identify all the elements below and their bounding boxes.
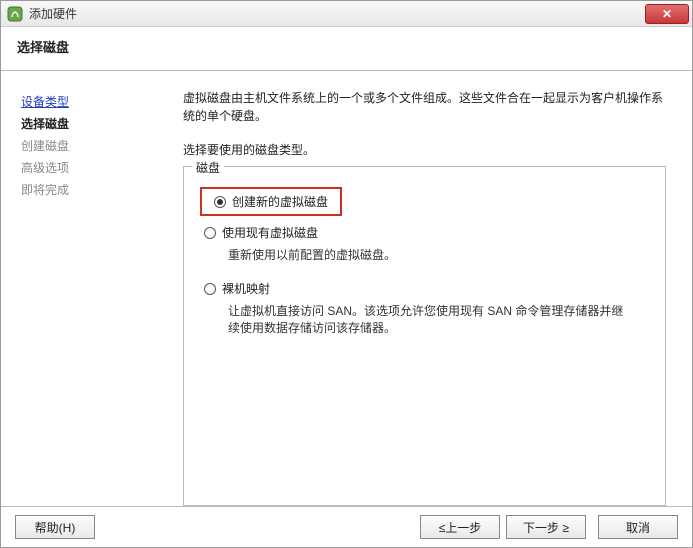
radio-label: 裸机映射 bbox=[222, 280, 270, 297]
disk-group: 磁盘 创建新的虚拟磁盘 使用现有虚拟磁盘 重新使用以前配置的虚拟磁盘。 bbox=[183, 166, 666, 506]
window-title: 添加硬件 bbox=[29, 5, 645, 22]
sidebar-step-device-type[interactable]: 设备类型 bbox=[21, 91, 169, 113]
radio-description: 让虚拟机直接访问 SAN。该选项允许您使用现有 SAN 命令管理存储器并继续使用… bbox=[228, 303, 628, 337]
help-button[interactable]: 帮助(H) bbox=[15, 515, 95, 539]
radio-description: 重新使用以前配置的虚拟磁盘。 bbox=[228, 247, 628, 264]
sidebar-step-select-disk: 选择磁盘 bbox=[21, 113, 169, 135]
body: 设备类型 选择磁盘 创建磁盘 高级选项 即将完成 虚拟磁盘由主机文件系统上的一个… bbox=[1, 71, 692, 506]
radio-label: 创建新的虚拟磁盘 bbox=[232, 193, 328, 210]
radio-icon bbox=[204, 227, 216, 239]
close-button[interactable]: ✕ bbox=[645, 4, 689, 24]
radio-option-use-existing[interactable]: 使用现有虚拟磁盘 重新使用以前配置的虚拟磁盘。 bbox=[200, 222, 655, 264]
radio-icon bbox=[204, 283, 216, 295]
page-title: 选择磁盘 bbox=[17, 37, 676, 56]
titlebar: 添加硬件 ✕ bbox=[1, 1, 692, 27]
sidebar-step-ready: 即将完成 bbox=[21, 179, 169, 201]
radio-option-raw-mapping[interactable]: 裸机映射 让虚拟机直接访问 SAN。该选项允许您使用现有 SAN 命令管理存储器… bbox=[200, 278, 655, 337]
header: 选择磁盘 bbox=[1, 27, 692, 71]
wizard-sidebar: 设备类型 选择磁盘 创建磁盘 高级选项 即将完成 bbox=[15, 85, 175, 506]
description-text: 虚拟磁盘由主机文件系统上的一个或多个文件组成。这些文件合在一起显示为客户机操作系… bbox=[183, 89, 666, 125]
close-icon: ✕ bbox=[662, 7, 672, 21]
prompt-text: 选择要使用的磁盘类型。 bbox=[183, 141, 666, 158]
radio-option-create-new[interactable]: 创建新的虚拟磁盘 bbox=[200, 187, 655, 216]
sidebar-step-create-disk: 创建磁盘 bbox=[21, 135, 169, 157]
next-button[interactable]: 下一步 ≥ bbox=[506, 515, 586, 539]
sidebar-step-advanced: 高级选项 bbox=[21, 157, 169, 179]
group-legend: 磁盘 bbox=[192, 159, 224, 176]
radio-icon bbox=[214, 196, 226, 208]
back-button[interactable]: ≤上一步 bbox=[420, 515, 500, 539]
radio-label: 使用现有虚拟磁盘 bbox=[222, 224, 318, 241]
content-pane: 虚拟磁盘由主机文件系统上的一个或多个文件组成。这些文件合在一起显示为客户机操作系… bbox=[175, 85, 678, 506]
app-icon bbox=[7, 6, 23, 22]
cancel-button[interactable]: 取消 bbox=[598, 515, 678, 539]
footer: 帮助(H) ≤上一步 下一步 ≥ 取消 bbox=[1, 506, 692, 547]
dialog-window: 添加硬件 ✕ 选择磁盘 设备类型 选择磁盘 创建磁盘 高级选项 即将完成 虚拟磁… bbox=[0, 0, 693, 548]
